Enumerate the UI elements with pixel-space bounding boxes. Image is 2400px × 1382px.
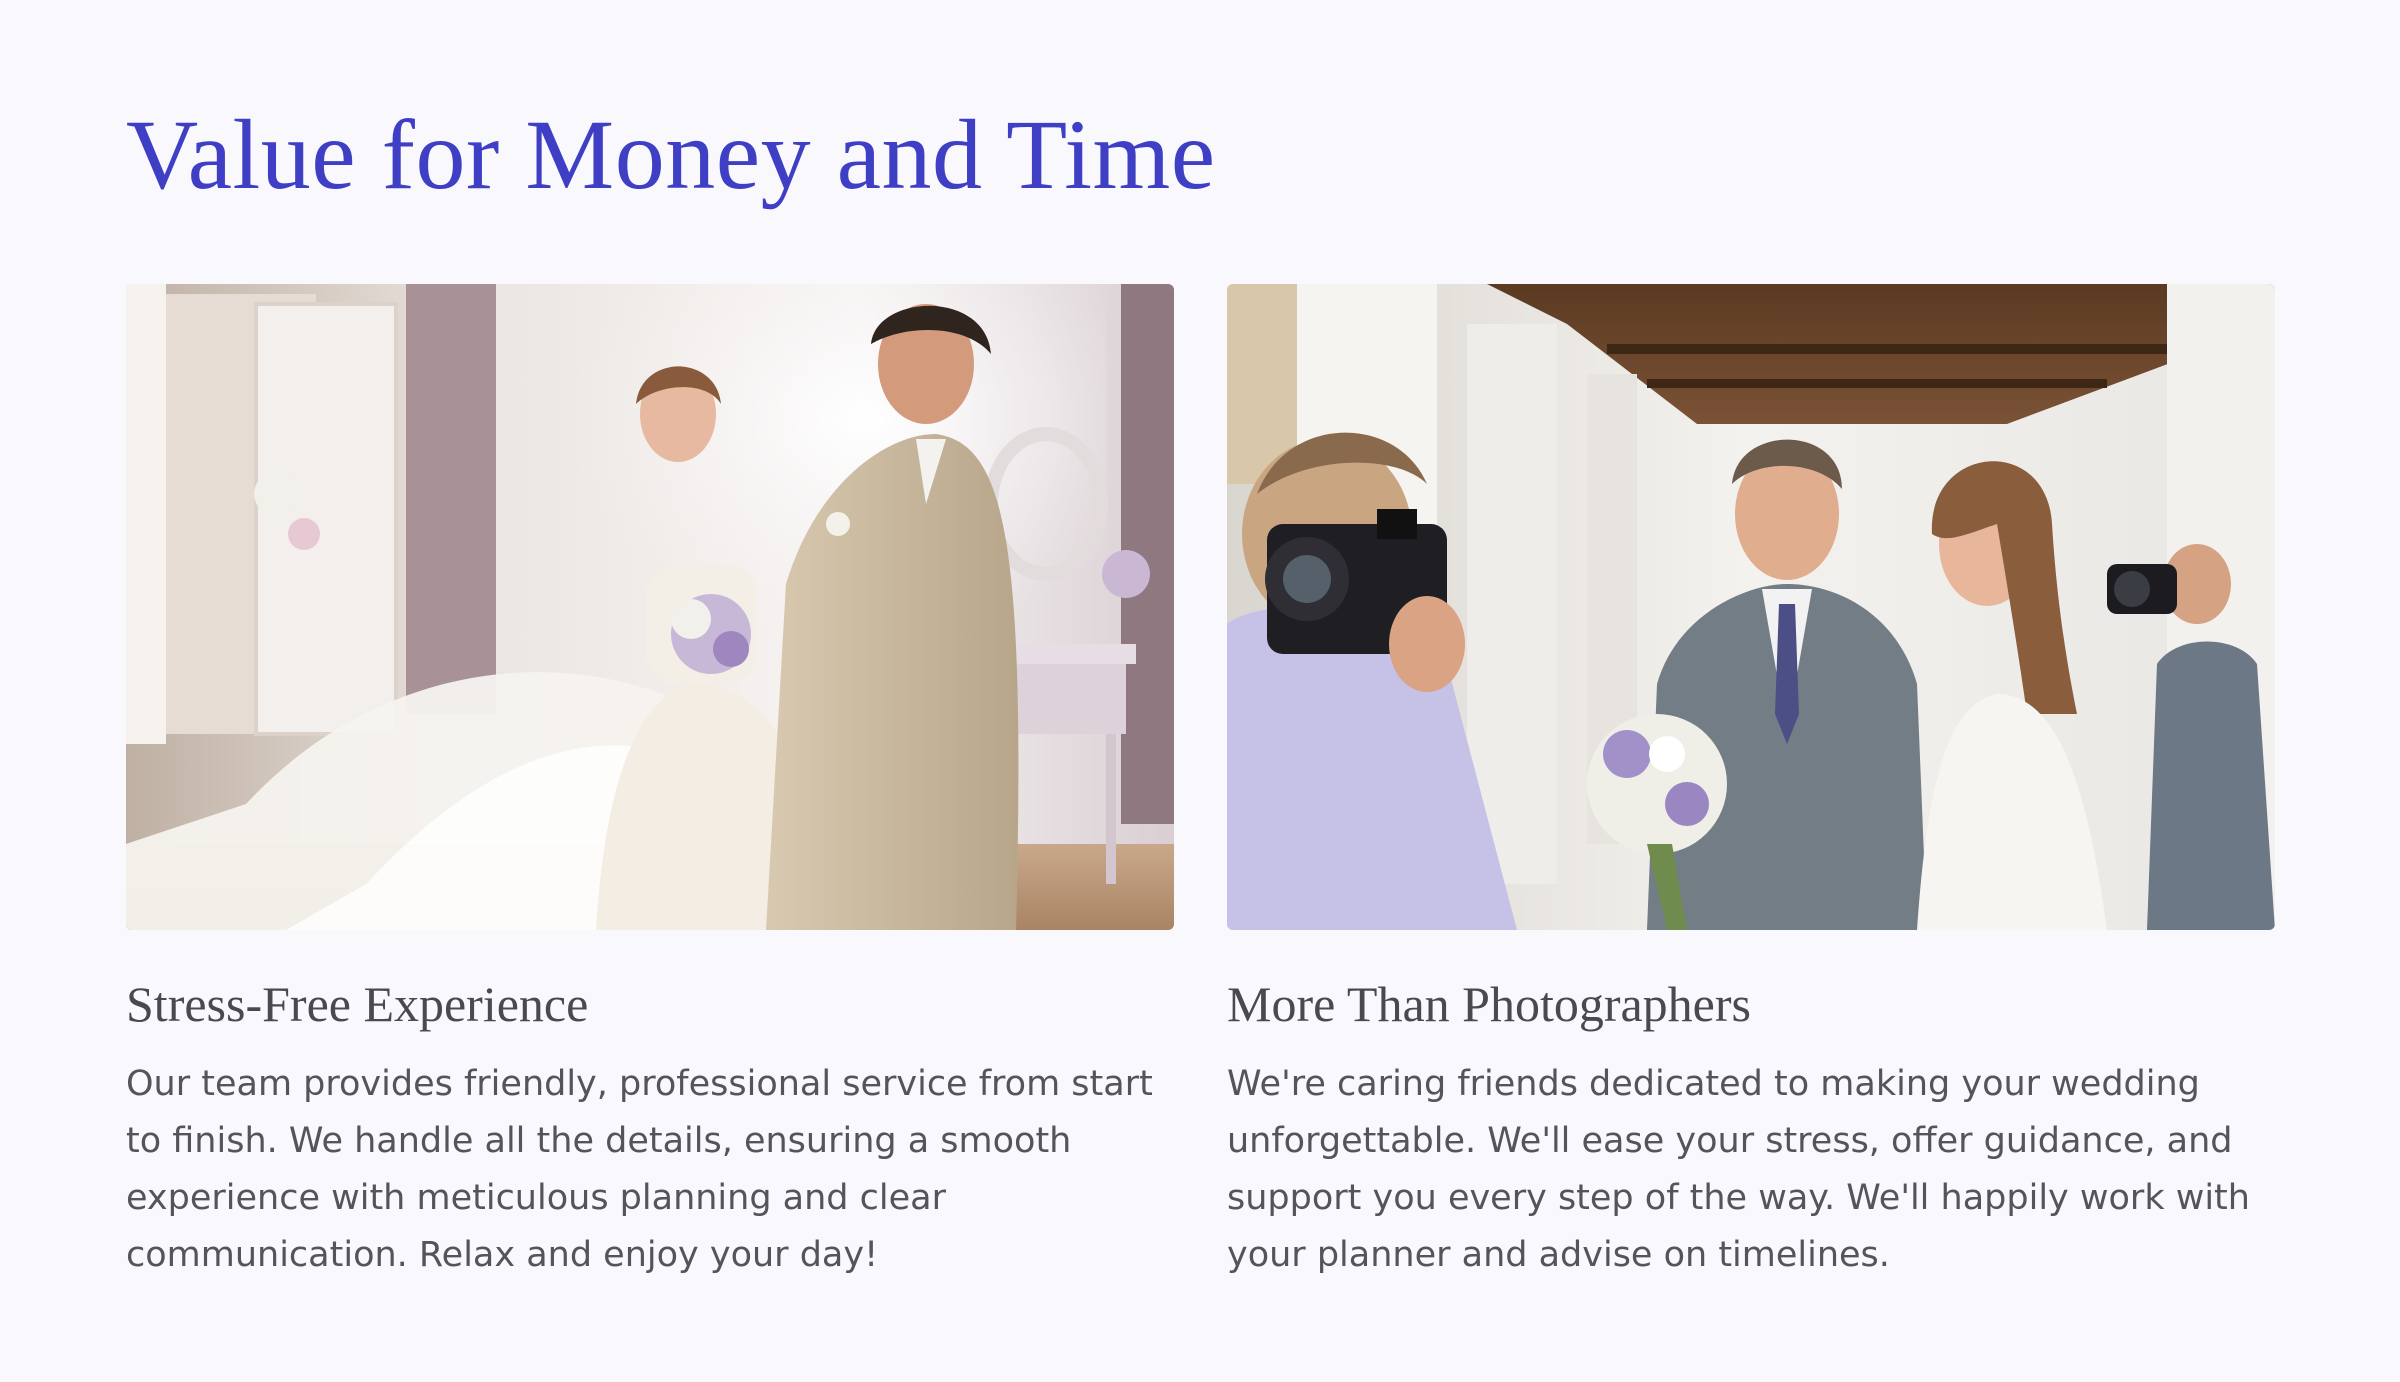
photographers-couple-photo xyxy=(1227,284,2275,930)
card-more-than-photographers: More Than Photographers We're caring fri… xyxy=(1227,284,2275,1275)
bride-groom-photo xyxy=(126,284,1174,930)
card-body-stress-free: Our team provides friendly, professional… xyxy=(126,1064,1153,1275)
page-title: Value for Money and Time xyxy=(126,99,1216,210)
card-body-more-than-photographers: We're caring friends dedicated to making… xyxy=(1227,1064,2250,1275)
card-title-stress-free: Stress-Free Experience xyxy=(126,976,589,1032)
card-title-more-than-photographers: More Than Photographers xyxy=(1227,976,1751,1032)
card-stress-free: Stress-Free Experience Our team provides… xyxy=(126,284,1174,1275)
